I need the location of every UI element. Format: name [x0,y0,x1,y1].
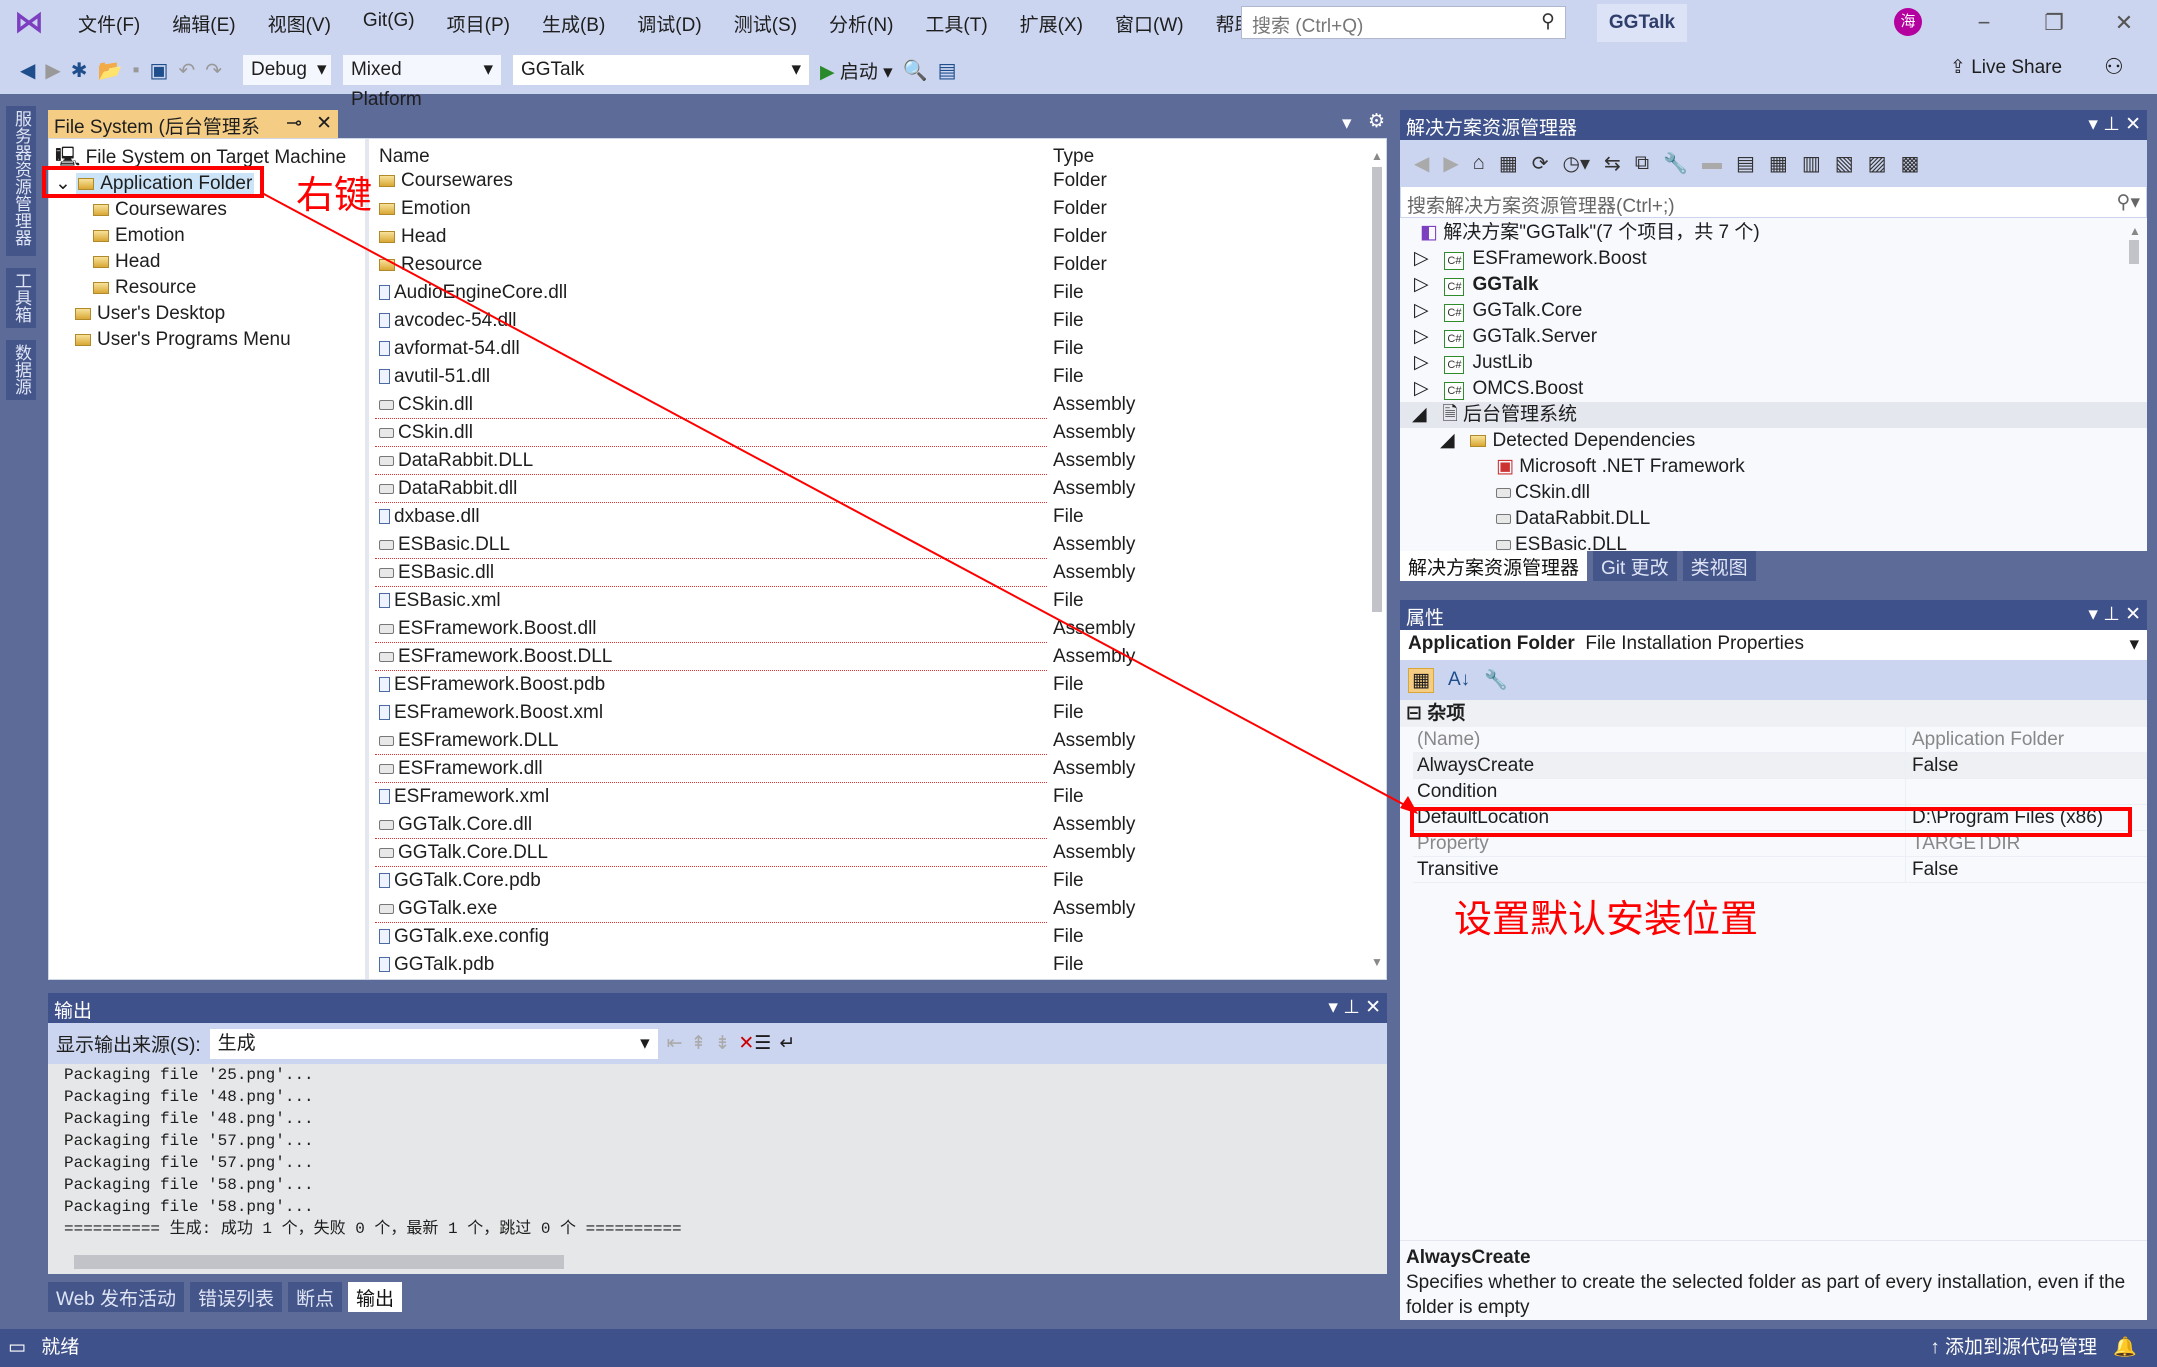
annotation-arrow [261,192,1418,814]
